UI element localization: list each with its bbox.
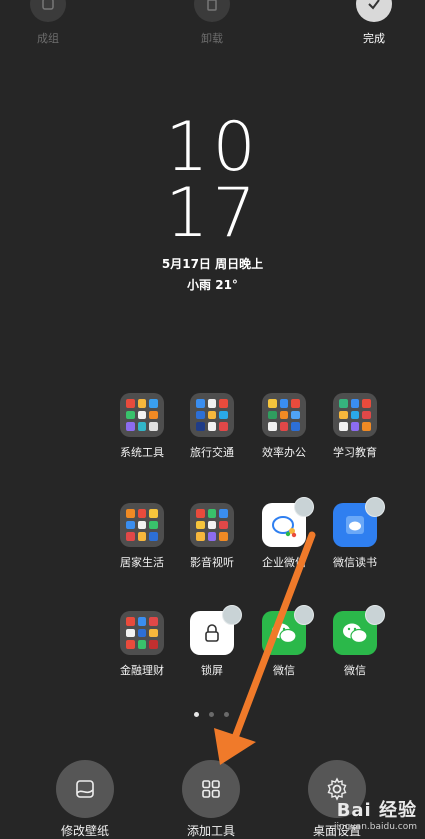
page-dot-3[interactable]	[224, 712, 229, 717]
folder-system-tools[interactable]: 系统工具	[102, 393, 182, 460]
group-button[interactable]: 成组	[18, 0, 78, 46]
folder-media[interactable]: 影音视听	[172, 503, 252, 570]
folder-home-life[interactable]: 居家生活	[102, 503, 182, 570]
check-icon	[356, 0, 392, 22]
folder-icon	[120, 393, 164, 437]
widgets-label: 添加工具	[186, 824, 235, 838]
watermark-url: jingyan.baidu.com	[333, 822, 417, 832]
watermark: Bai 经验 jingyan.baidu.com	[334, 796, 417, 832]
edit-badge[interactable]	[222, 605, 242, 625]
weather-text: 小雨 21°	[187, 278, 238, 292]
app-label: 微信读书	[333, 556, 377, 569]
folder-icon	[190, 503, 234, 547]
trash-icon	[194, 0, 230, 22]
group-label: 成组	[37, 32, 59, 45]
folder-productivity[interactable]: 效率办公	[244, 393, 324, 460]
date-text: 5月17日 周日晚上	[161, 257, 264, 271]
done-button[interactable]: 完成	[344, 0, 404, 46]
edit-badge[interactable]	[365, 605, 385, 625]
change-wallpaper-button[interactable]: 修改壁纸	[40, 760, 130, 839]
folder-label: 效率办公	[262, 446, 306, 459]
app-wechat-1[interactable]: 微信	[244, 605, 324, 678]
page-dot-2[interactable]	[209, 712, 214, 717]
widgets-grid-icon	[182, 760, 240, 818]
app-wework[interactable]: 企业微信	[244, 497, 324, 570]
edit-badge[interactable]	[294, 497, 314, 517]
edit-badge[interactable]	[294, 605, 314, 625]
folder-icon	[190, 393, 234, 437]
folder-label: 影音视听	[190, 556, 234, 569]
folder-finance[interactable]: 金融理财	[102, 611, 182, 678]
wallpaper-icon	[56, 760, 114, 818]
app-lock-screen[interactable]: 锁屏	[172, 605, 252, 678]
clock-minute: 17	[165, 174, 260, 253]
app-label: 微信	[344, 664, 366, 677]
group-icon	[30, 0, 66, 22]
folder-icon	[120, 611, 164, 655]
folder-icon	[262, 393, 306, 437]
folder-label: 旅行交通	[190, 446, 234, 459]
folder-travel[interactable]: 旅行交通	[172, 393, 252, 460]
watermark-brand: Bai 经验	[336, 800, 417, 821]
folder-icon	[120, 503, 164, 547]
clock-hour: 10	[165, 108, 260, 187]
folder-label: 系统工具	[120, 446, 164, 459]
add-widgets-button[interactable]: 添加工具	[166, 760, 256, 839]
edit-badge[interactable]	[365, 497, 385, 517]
app-label: 微信	[273, 664, 295, 677]
app-wechat-read[interactable]: 微信读书	[315, 497, 395, 570]
folder-label: 学习教育	[333, 446, 377, 459]
app-label: 企业微信	[262, 556, 306, 569]
folder-label: 居家生活	[120, 556, 164, 569]
page-dot-1[interactable]	[194, 712, 199, 717]
folder-label: 金融理财	[120, 664, 164, 677]
wallpaper-label: 修改壁纸	[60, 824, 109, 838]
done-label: 完成	[363, 32, 385, 45]
folder-education[interactable]: 学习教育	[315, 393, 395, 460]
uninstall-button[interactable]: 卸载	[182, 0, 242, 46]
uninstall-label: 卸载	[201, 32, 223, 45]
app-wechat-2[interactable]: 微信	[315, 605, 395, 678]
folder-icon	[333, 393, 377, 437]
app-label: 锁屏	[201, 664, 223, 677]
